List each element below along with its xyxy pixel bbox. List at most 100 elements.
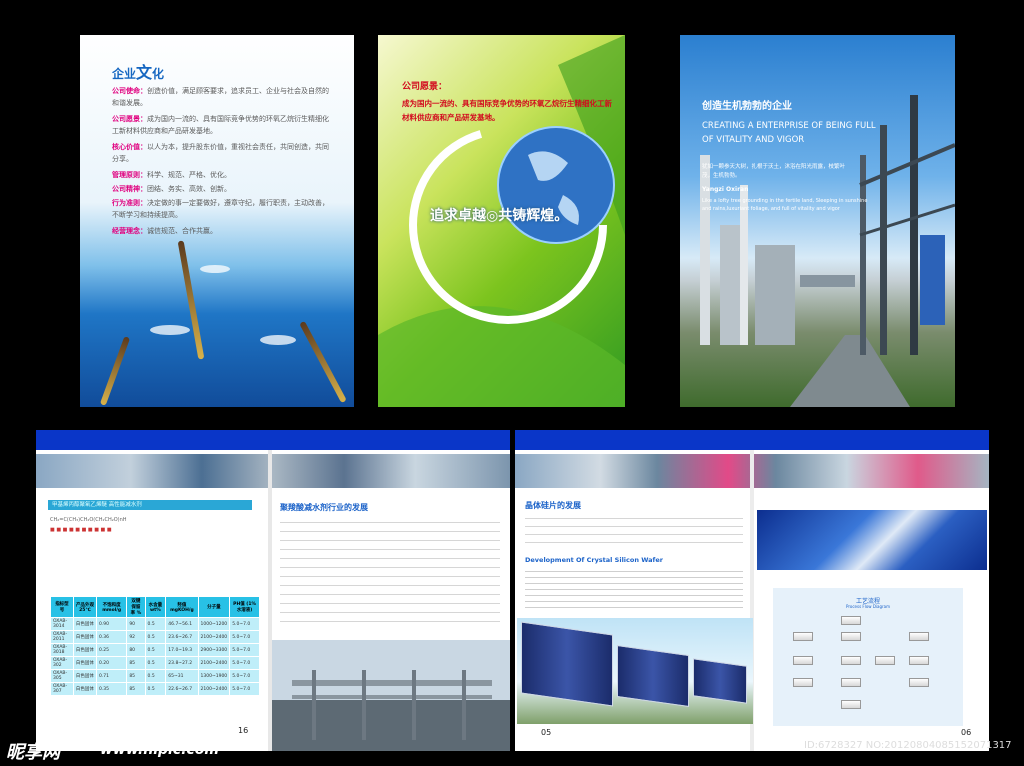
culture-item: 公司精神：团结、务实、高效、创新。 [112,183,334,195]
watermark-logo: 昵享网 [6,742,60,763]
table-cell: 0.71 [96,669,128,683]
culture-item: 核心价值：以人为本，提升股东价值，重视社会责任，共同创造，共同分享。 [112,141,334,165]
table-header: PH值 (1%水溶液) [229,596,260,618]
table-cell: 0.90 [96,617,128,631]
water-foam [200,265,230,273]
culture-item-label: 核心价值： [112,143,147,151]
culture-item-text: 诚信规范、合作共赢。 [147,227,217,235]
rowing-boat [99,336,131,406]
flow-box [909,678,929,687]
rowing-boat [177,240,205,360]
flow-box [841,656,861,665]
vision-text: 成为国内一流的、具有国际竞争优势的环氧乙烷衍生精细化工新材料供应商和产品研发基地… [402,99,612,122]
table-row: OXAB-3018 白色固体 0.25 80 0.5 17.0~19.3 2900~3300… [50,643,260,657]
table-header: 产品外观 25℃ [72,596,98,618]
photo-strip [36,454,510,488]
table-cell: 85 [126,669,146,683]
culture-item-label: 公司精神： [112,185,147,193]
header-bar [515,430,989,450]
table-cell: 0.36 [96,630,128,644]
process-title-en: Process Flow Diagram [845,604,891,609]
table-cell: 0.20 [96,656,128,670]
table-cell: 0.5 [144,630,167,644]
table-cell: 17.0~19.3 [165,643,199,657]
culture-item: 行为准则：决定做的事一定要做好，遵章守纪，履行职责，主动改善，不断学习和持续提高… [112,197,334,221]
table-cell: 2100~2400 [197,630,231,644]
page-number: 16 [238,726,249,735]
flow-box [793,678,813,687]
culture-item-label: 公司愿景： [112,115,147,123]
table-cell: OXAB-307 [50,682,74,696]
table-cell: OXAB-2011 [50,630,74,644]
table-header: 水含量 wt% [144,596,167,618]
table-cell: 白色固体 [72,617,98,631]
table-cell: 0.5 [144,643,167,657]
enterprise-page: 创造生机勃勃的企业 CREATING A ENTERPRISE OF BEING… [680,35,955,407]
solar-panel [693,658,747,704]
culture-item-label: 行为准则： [112,199,147,207]
vision-slogan: 追求卓越◎共铸辉煌。 [430,208,569,224]
section-title: 聚羧酸减水剂行业的发展 [280,503,368,512]
subtitle-en: Development Of Crystal Silicon Wafer [525,556,663,564]
table-header: 羟值 mgKOH/g [165,596,199,618]
flow-box [909,632,929,641]
body-text-lines [525,514,743,550]
culture-item-label: 管理原则： [112,171,147,179]
culture-title: 企业文化 [112,59,164,83]
table-cell: 22.6~26.7 [165,682,199,696]
table-cell: 0.5 [144,617,167,631]
table-cell: 0.35 [96,682,128,696]
enterprise-lines-en: Like a lofty tree grounding in the ferti… [702,198,868,212]
table-cell: 85 [126,682,146,696]
table-cell: 0.5 [144,669,167,683]
table-cell: 5.0~7.0 [229,630,260,644]
table-cell: 5.0~7.0 [229,643,260,657]
table-header: 指标型号 [50,596,74,618]
section-title: 晶体硅片的发展 [525,501,581,510]
enterprise-title: 创造生机勃勃的企业 [702,101,792,112]
table-cell: 0.5 [144,682,167,696]
table-cell: 1000~1200 [197,617,231,631]
formula: CH₂=C(CH₃)CH₂O(CH₂CH₂O)nH [50,517,127,523]
process-flow-diagram: 工艺流程 Process Flow Diagram [773,588,963,726]
table-cell: 5.0~7.0 [229,617,260,631]
watermark-id: ID:6728327 NO:20120804085152071317 [804,740,1012,751]
table-cell: 23.6~26.7 [165,630,199,644]
table-cell: 92 [126,630,146,644]
table-row: OXAB-3014 白色固体 0.90 90 0.5 46.7~56.1 1000~1200… [50,617,260,631]
flow-box [793,632,813,641]
table-cell: 白色固体 [72,643,98,657]
table-cell: 1300~1900 [197,669,231,683]
table-cell: OXAB-305 [50,669,74,683]
title-part-c: 化 [152,67,165,81]
solar-photo [517,618,753,724]
water-foam [260,335,296,345]
culture-item: 经营理念：诚信规范、合作共赢。 [112,225,334,237]
rowing-boat [299,320,347,404]
table-cell: 90 [126,617,146,631]
culture-item-text: 团结、务实、高效、创新。 [147,185,231,193]
enterprise-title-en: CREATING A ENTERPRISE OF BEING FULL OF V… [702,121,876,145]
table-cell: 白色固体 [72,682,98,696]
table-row: OXAB-307 白色固体 0.35 85 0.5 22.6~26.7 2100~2400 5… [50,682,260,696]
table-cell: 5.0~7.0 [229,669,260,683]
spec-table: 指标型号 产品外观 25℃ 不饱和度 mmol/g 双键保留率 % 水含量 wt… [50,596,260,696]
table-cell: 0.25 [96,643,128,657]
table-cell: 80 [126,643,146,657]
plant-photo [272,640,510,751]
flow-box [909,656,929,665]
product-notes: ■ ■ ■ ■ ■ ■ ■ ■ ■ ■ [50,527,112,533]
culture-page: 企业文化 公司使命：创造价值，满足顾客要求，追求员工、企业与社会及自然的和谐发展… [80,35,354,407]
table-header: 双键保留率 % [126,596,146,618]
header-bar [36,430,510,450]
table-header-row: 指标型号 产品外观 25℃ 不饱和度 mmol/g 双键保留率 % 水含量 wt… [50,596,260,618]
table-cell: 46.7~56.1 [165,617,199,631]
enterprise-company: Yangzi Oxiran [702,186,749,193]
enterprise-lines-cn: 犹如一颗参天大树，扎根于沃土，沐浴在阳光雨露，枝繁叶茂，生机勃勃。 [702,164,846,179]
table-cell: OXAB-3014 [50,617,74,631]
table-cell: 2900~3300 [197,643,231,657]
table-header: 分子量 [197,596,231,618]
flow-box [841,700,861,709]
table-cell: 65~31 [165,669,199,683]
table-cell: OXAB-3018 [50,643,74,657]
